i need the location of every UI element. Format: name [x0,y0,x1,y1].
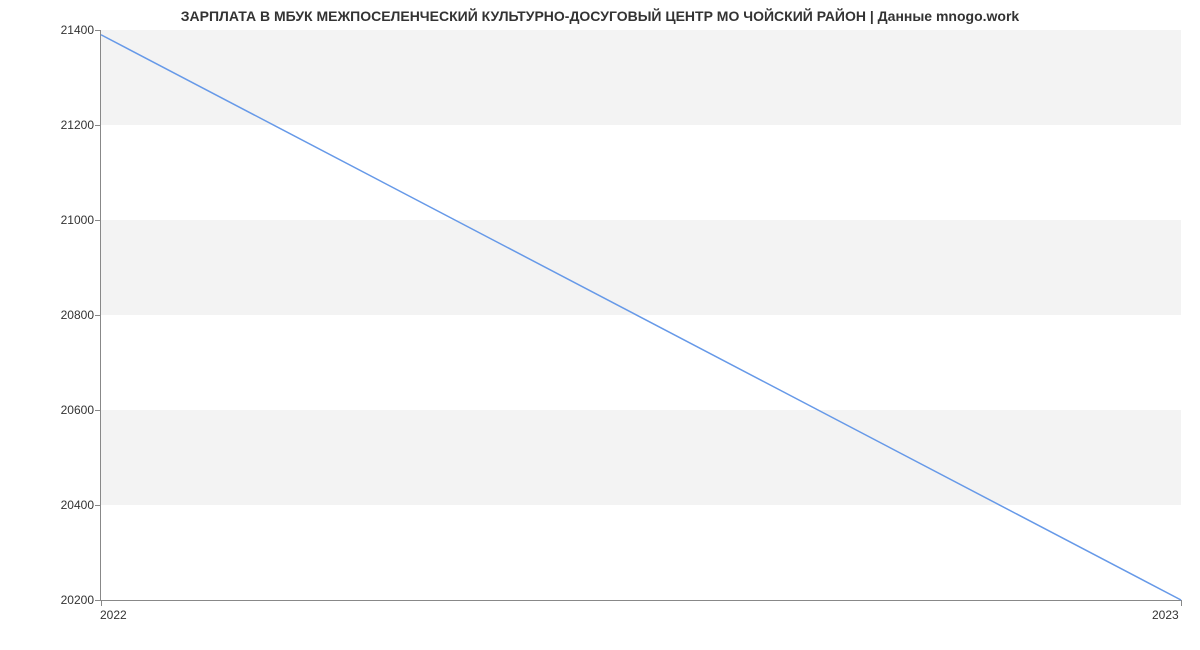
ytick-mark [95,410,101,411]
xtick-label: 2022 [100,608,127,622]
ytick-label: 20600 [14,403,94,417]
ytick-label: 20800 [14,308,94,322]
ytick-mark [95,220,101,221]
chart-container: ЗАРПЛАТА В МБУК МЕЖПОСЕЛЕНЧЕСКИЙ КУЛЬТУР… [0,0,1200,650]
ytick-mark [95,30,101,31]
ytick-mark [95,505,101,506]
ytick-label: 20200 [14,593,94,607]
ytick-mark [95,315,101,316]
plot-area [100,30,1181,601]
data-line [101,35,1181,600]
ytick-label: 21200 [14,118,94,132]
xtick-mark [1181,600,1182,606]
chart-title: ЗАРПЛАТА В МБУК МЕЖПОСЕЛЕНЧЕСКИЙ КУЛЬТУР… [0,8,1200,24]
xtick-mark [101,600,102,606]
line-layer [101,30,1181,600]
ytick-label: 20400 [14,498,94,512]
ytick-label: 21000 [14,213,94,227]
xtick-label: 2023 [1152,608,1179,622]
ytick-label: 21400 [14,23,94,37]
ytick-mark [95,125,101,126]
